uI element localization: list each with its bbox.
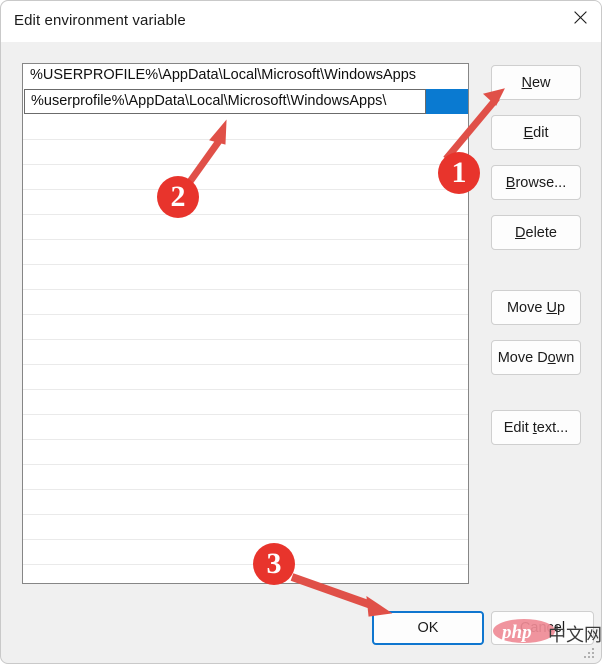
label-suffix: wn xyxy=(555,349,575,366)
grip-dot xyxy=(588,652,590,654)
label-suffix: dit xyxy=(533,124,549,141)
new-button[interactable]: New xyxy=(491,65,581,100)
cancel-button[interactable]: Cancel xyxy=(491,611,594,645)
grip-dot xyxy=(592,648,594,650)
list-item-empty[interactable] xyxy=(23,515,468,540)
list-item[interactable]: %USERPROFILE%\AppData\Local\Microsoft\Wi… xyxy=(23,64,468,89)
move-up-button[interactable]: Move Up xyxy=(491,290,581,325)
annotation-marker-2: 2 xyxy=(157,176,199,218)
label-suffix: rowse... xyxy=(515,174,567,191)
list-item-empty[interactable] xyxy=(23,340,468,365)
edit-text-button[interactable]: Edit text... xyxy=(491,410,581,445)
label-suffix: elete xyxy=(525,224,557,241)
delete-button-label: Delete xyxy=(515,225,557,241)
close-icon xyxy=(573,10,587,24)
move-down-button-label: Move Down xyxy=(498,350,575,366)
list-item-empty[interactable] xyxy=(23,190,468,215)
list-item-empty[interactable] xyxy=(23,415,468,440)
move-up-button-label: Move Up xyxy=(507,300,565,316)
annotation-marker-1: 1 xyxy=(438,152,480,194)
cancel-button-label: Cancel xyxy=(519,620,566,636)
label-suffix: ext... xyxy=(536,419,569,436)
list-item-empty[interactable] xyxy=(23,290,468,315)
list-item-empty[interactable] xyxy=(23,440,468,465)
ok-button[interactable]: OK xyxy=(372,611,484,645)
selection-highlight xyxy=(426,89,468,114)
label-accelerator: N xyxy=(521,74,532,91)
edit-environment-variable-dialog: Edit environment variable %USERPROFILE%\… xyxy=(0,0,602,664)
list-item-empty[interactable] xyxy=(23,540,468,565)
empty-rows-container xyxy=(23,115,468,565)
delete-button[interactable]: Delete xyxy=(491,215,581,250)
edit-text-button-label: Edit text... xyxy=(504,420,568,436)
label-prefix: Move D xyxy=(497,349,548,366)
list-item-label: %USERPROFILE%\AppData\Local\Microsoft\Wi… xyxy=(30,67,417,83)
title-bar: Edit environment variable xyxy=(1,1,601,42)
edit-button-label: Edit xyxy=(524,125,549,141)
label-suffix: ew xyxy=(531,74,551,91)
label-suffix: p xyxy=(556,299,566,316)
list-item-empty[interactable] xyxy=(23,390,468,415)
label-accelerator: U xyxy=(546,299,557,316)
page-title: Edit environment variable xyxy=(14,12,186,29)
grip-dot xyxy=(592,652,594,654)
label-prefix: Edit xyxy=(503,419,533,436)
label-accelerator: B xyxy=(505,174,516,191)
close-button[interactable] xyxy=(557,1,601,33)
label-accelerator: D xyxy=(515,224,526,241)
grip-dot xyxy=(592,656,594,658)
browse-button-label: Browse... xyxy=(506,175,566,191)
list-item-empty[interactable] xyxy=(23,215,468,240)
label-accelerator: E xyxy=(523,124,534,141)
list-item-empty[interactable] xyxy=(23,465,468,490)
list-item-editing[interactable]: %userprofile%\AppData\Local\Microsoft\Wi… xyxy=(23,89,468,115)
grip-dot xyxy=(588,656,590,658)
browse-button[interactable]: Browse... xyxy=(491,165,581,200)
new-button-label: New xyxy=(521,75,550,91)
resize-grip[interactable] xyxy=(584,646,596,658)
edit-button[interactable]: Edit xyxy=(491,115,581,150)
list-item-empty[interactable] xyxy=(23,115,468,140)
grip-dot xyxy=(584,656,586,658)
path-edit-value: %userprofile%\AppData\Local\Microsoft\Wi… xyxy=(31,93,387,109)
list-item-empty[interactable] xyxy=(23,365,468,390)
ok-button-label: OK xyxy=(417,620,439,636)
list-item-empty[interactable] xyxy=(23,140,468,165)
list-item-empty[interactable] xyxy=(23,315,468,340)
label-accelerator: o xyxy=(547,349,556,366)
list-item-empty[interactable] xyxy=(23,165,468,190)
path-list[interactable]: %USERPROFILE%\AppData\Local\Microsoft\Wi… xyxy=(22,63,469,584)
list-item-empty[interactable] xyxy=(23,265,468,290)
list-item-empty[interactable] xyxy=(23,490,468,515)
list-item-empty[interactable] xyxy=(23,240,468,265)
move-down-button[interactable]: Move Down xyxy=(491,340,581,375)
label-prefix: Move xyxy=(506,299,547,316)
annotation-marker-3: 3 xyxy=(253,543,295,585)
path-edit-input[interactable]: %userprofile%\AppData\Local\Microsoft\Wi… xyxy=(24,89,426,114)
